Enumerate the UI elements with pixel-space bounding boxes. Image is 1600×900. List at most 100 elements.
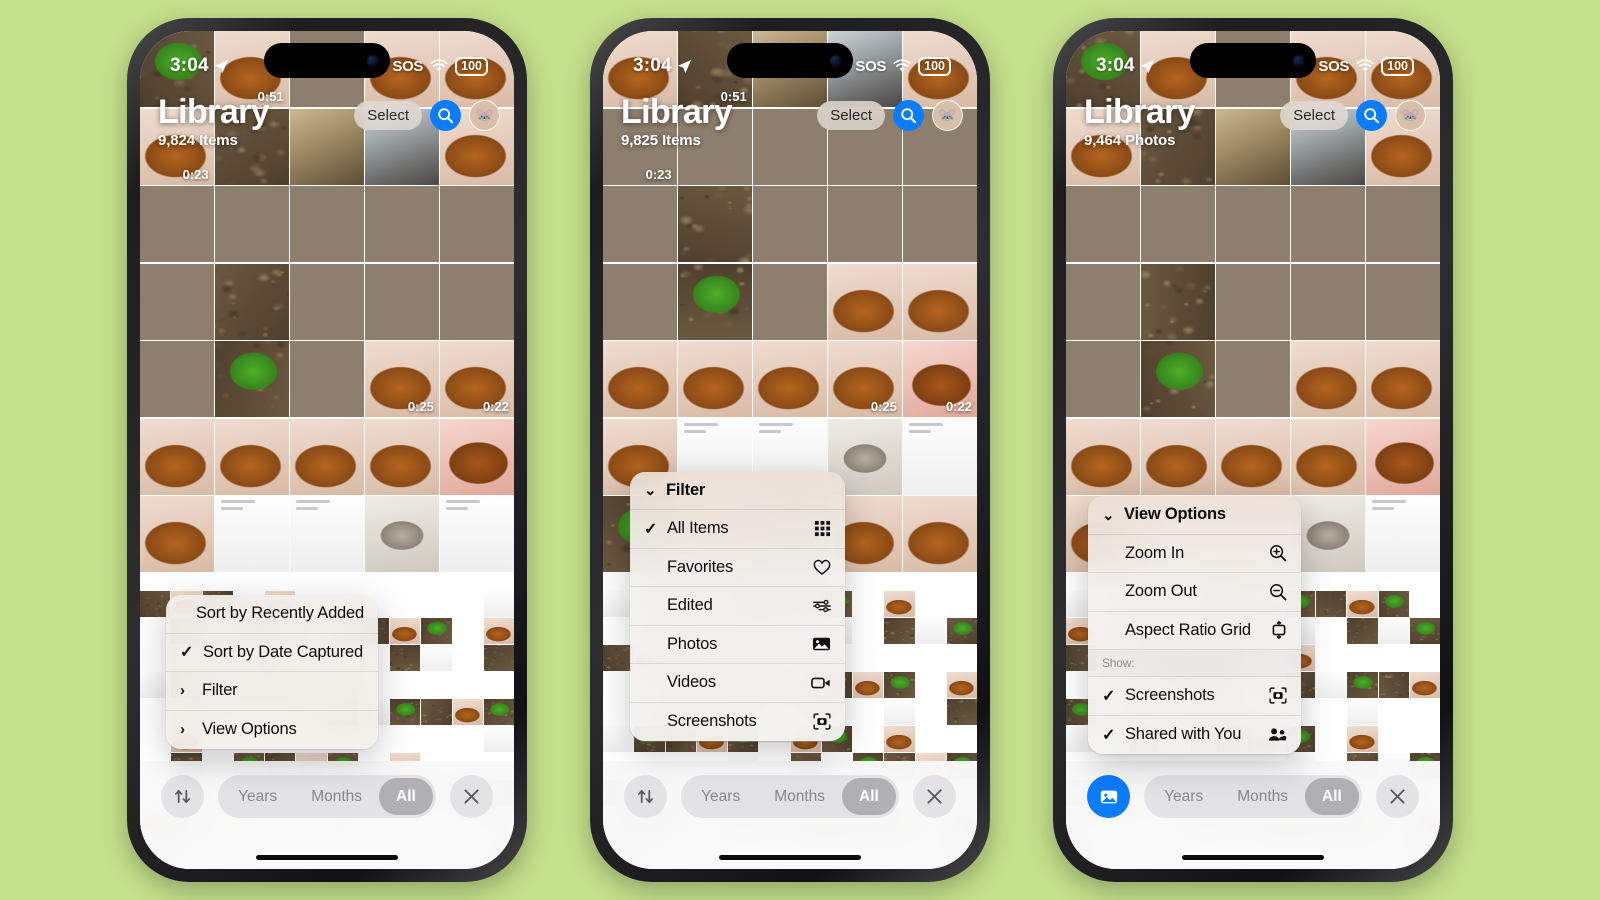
photo-thumbnail[interactable] bbox=[365, 418, 439, 495]
segment-all[interactable]: All bbox=[1305, 778, 1359, 815]
photo-thumbnail[interactable] bbox=[440, 496, 514, 572]
photo-thumbnail[interactable] bbox=[365, 186, 439, 262]
photo-thumbnail[interactable] bbox=[603, 186, 677, 262]
search-icon[interactable] bbox=[430, 100, 461, 131]
photo-thumbnail[interactable] bbox=[903, 496, 977, 572]
avatar[interactable]: 🐭 bbox=[1395, 100, 1426, 131]
photo-thumbnail[interactable] bbox=[1291, 263, 1365, 340]
photo-thumbnail[interactable] bbox=[828, 263, 902, 340]
menu-item-filter[interactable]: › Filter bbox=[166, 672, 378, 711]
photo-thumbnail[interactable] bbox=[440, 263, 514, 340]
close-icon[interactable] bbox=[1375, 775, 1419, 818]
photo-thumbnail[interactable] bbox=[1066, 186, 1140, 262]
photo-thumbnail[interactable] bbox=[603, 341, 677, 417]
menu-item-all-items[interactable]: ✓ All Items bbox=[630, 510, 845, 549]
menu-item-aspect-ratio-grid[interactable]: Aspect Ratio Grid bbox=[1088, 612, 1301, 650]
photo-thumbnail[interactable] bbox=[1141, 418, 1215, 495]
photo-thumbnail[interactable] bbox=[440, 186, 514, 262]
menu-item-filter[interactable]: ⌄ Filter bbox=[630, 472, 845, 510]
photo-thumbnail[interactable] bbox=[903, 186, 977, 262]
photo-thumbnail[interactable] bbox=[290, 186, 364, 262]
segment-months[interactable]: Months bbox=[294, 778, 379, 815]
segment-years[interactable]: Years bbox=[684, 778, 757, 815]
photo-thumbnail[interactable] bbox=[903, 418, 977, 495]
photo-thumbnail[interactable] bbox=[215, 418, 289, 495]
sort-icon[interactable] bbox=[624, 775, 668, 818]
close-icon[interactable] bbox=[912, 775, 956, 818]
close-icon[interactable] bbox=[449, 775, 493, 818]
sort-context-menu[interactable]: Sort by Recently Added ✓ Sort by Date Cap… bbox=[166, 595, 378, 749]
timeline-segmented-control[interactable]: Years Months All bbox=[218, 775, 436, 818]
photo-thumbnail[interactable] bbox=[1066, 418, 1140, 495]
photo-thumbnail[interactable] bbox=[753, 186, 827, 262]
menu-item-zoom-out[interactable]: Zoom Out bbox=[1088, 573, 1301, 612]
photo-thumbnail[interactable] bbox=[1216, 418, 1290, 495]
photo-thumbnail[interactable] bbox=[365, 263, 439, 340]
photo-thumbnail[interactable] bbox=[1366, 263, 1440, 340]
select-button[interactable]: Select bbox=[354, 101, 422, 130]
segment-months[interactable]: Months bbox=[757, 778, 842, 815]
photo-thumbnail[interactable] bbox=[215, 341, 289, 417]
photo-thumbnail[interactable] bbox=[290, 341, 364, 417]
timeline-segmented-control[interactable]: Years Months All bbox=[681, 775, 899, 818]
menu-item-sort-by-date-captured[interactable]: ✓ Sort by Date Captured bbox=[166, 634, 378, 672]
select-button[interactable]: Select bbox=[817, 101, 885, 130]
photo-thumbnail[interactable] bbox=[828, 186, 902, 262]
photo-thumbnail[interactable] bbox=[753, 263, 827, 340]
photo-thumbnail[interactable] bbox=[1141, 263, 1215, 340]
menu-item-edited[interactable]: Edited bbox=[630, 587, 845, 626]
menu-item-screenshots[interactable]: Screenshots bbox=[630, 703, 845, 742]
photo-thumbnail[interactable] bbox=[1366, 418, 1440, 495]
menu-item-view-options[interactable]: › View Options bbox=[166, 711, 378, 750]
photo-thumbnail[interactable] bbox=[215, 263, 289, 340]
timeline-segmented-control[interactable]: Years Months All bbox=[1144, 775, 1362, 818]
search-icon[interactable] bbox=[1356, 100, 1387, 131]
segment-years[interactable]: Years bbox=[221, 778, 294, 815]
photo-thumbnail[interactable]: 0:25 bbox=[828, 341, 902, 417]
select-button[interactable]: Select bbox=[1280, 101, 1348, 130]
photo-thumbnail[interactable] bbox=[1066, 263, 1140, 340]
menu-item-zoom-in[interactable]: Zoom In bbox=[1088, 535, 1301, 573]
photo-thumbnail[interactable] bbox=[1291, 496, 1365, 572]
photo-thumbnail[interactable]: 0:25 bbox=[365, 341, 439, 417]
photo-thumbnail[interactable] bbox=[1141, 186, 1215, 262]
photo-thumbnail[interactable] bbox=[753, 341, 827, 417]
menu-item-photos[interactable]: Photos bbox=[630, 626, 845, 664]
photo-thumbnail[interactable] bbox=[140, 263, 214, 340]
photo-thumbnail[interactable] bbox=[365, 496, 439, 572]
photo-thumbnail[interactable] bbox=[140, 496, 214, 572]
view-options-context-menu[interactable]: ⌄ View Options Zoom In Zoom Out Aspect Ra… bbox=[1088, 496, 1301, 754]
photo-thumbnail[interactable] bbox=[290, 418, 364, 495]
photo-thumbnail[interactable] bbox=[290, 496, 364, 572]
filter-context-menu[interactable]: ⌄ Filter ✓ All Items Favorites Edited Phot… bbox=[630, 471, 845, 742]
photo-thumbnail[interactable] bbox=[1366, 186, 1440, 262]
photo-thumbnail[interactable] bbox=[215, 496, 289, 572]
photo-thumbnail[interactable] bbox=[1366, 496, 1440, 572]
photo-thumbnail[interactable] bbox=[440, 418, 514, 495]
photo-thumbnail[interactable] bbox=[140, 186, 214, 262]
photo-thumbnail[interactable] bbox=[1216, 341, 1290, 417]
menu-item-screenshots[interactable]: ✓ Screenshots bbox=[1088, 677, 1301, 716]
search-icon[interactable] bbox=[893, 100, 924, 131]
photo-thumbnail[interactable] bbox=[140, 341, 214, 417]
photo-thumbnail[interactable] bbox=[1366, 341, 1440, 417]
segment-all[interactable]: All bbox=[379, 778, 433, 815]
photo-filter-icon[interactable] bbox=[1087, 775, 1131, 818]
menu-item-videos[interactable]: Videos bbox=[630, 664, 845, 703]
sort-icon[interactable] bbox=[161, 775, 205, 818]
segment-all[interactable]: All bbox=[842, 778, 896, 815]
photo-thumbnail[interactable] bbox=[603, 263, 677, 340]
photo-thumbnail[interactable] bbox=[678, 263, 752, 340]
photo-thumbnail[interactable] bbox=[290, 263, 364, 340]
menu-item-sort-by-recently-added[interactable]: Sort by Recently Added bbox=[166, 595, 378, 634]
segment-months[interactable]: Months bbox=[1220, 778, 1305, 815]
menu-item-view-options[interactable]: ⌄ View Options bbox=[1088, 496, 1301, 535]
photo-thumbnail[interactable] bbox=[1216, 263, 1290, 340]
menu-item-favorites[interactable]: Favorites bbox=[630, 549, 845, 587]
photo-thumbnail[interactable] bbox=[1291, 418, 1365, 495]
photo-thumbnail[interactable] bbox=[1066, 341, 1140, 417]
photo-thumbnail[interactable]: 0:22 bbox=[903, 341, 977, 417]
avatar[interactable]: 🐭 bbox=[469, 100, 500, 131]
segment-years[interactable]: Years bbox=[1147, 778, 1220, 815]
photo-thumbnail[interactable] bbox=[678, 186, 752, 262]
